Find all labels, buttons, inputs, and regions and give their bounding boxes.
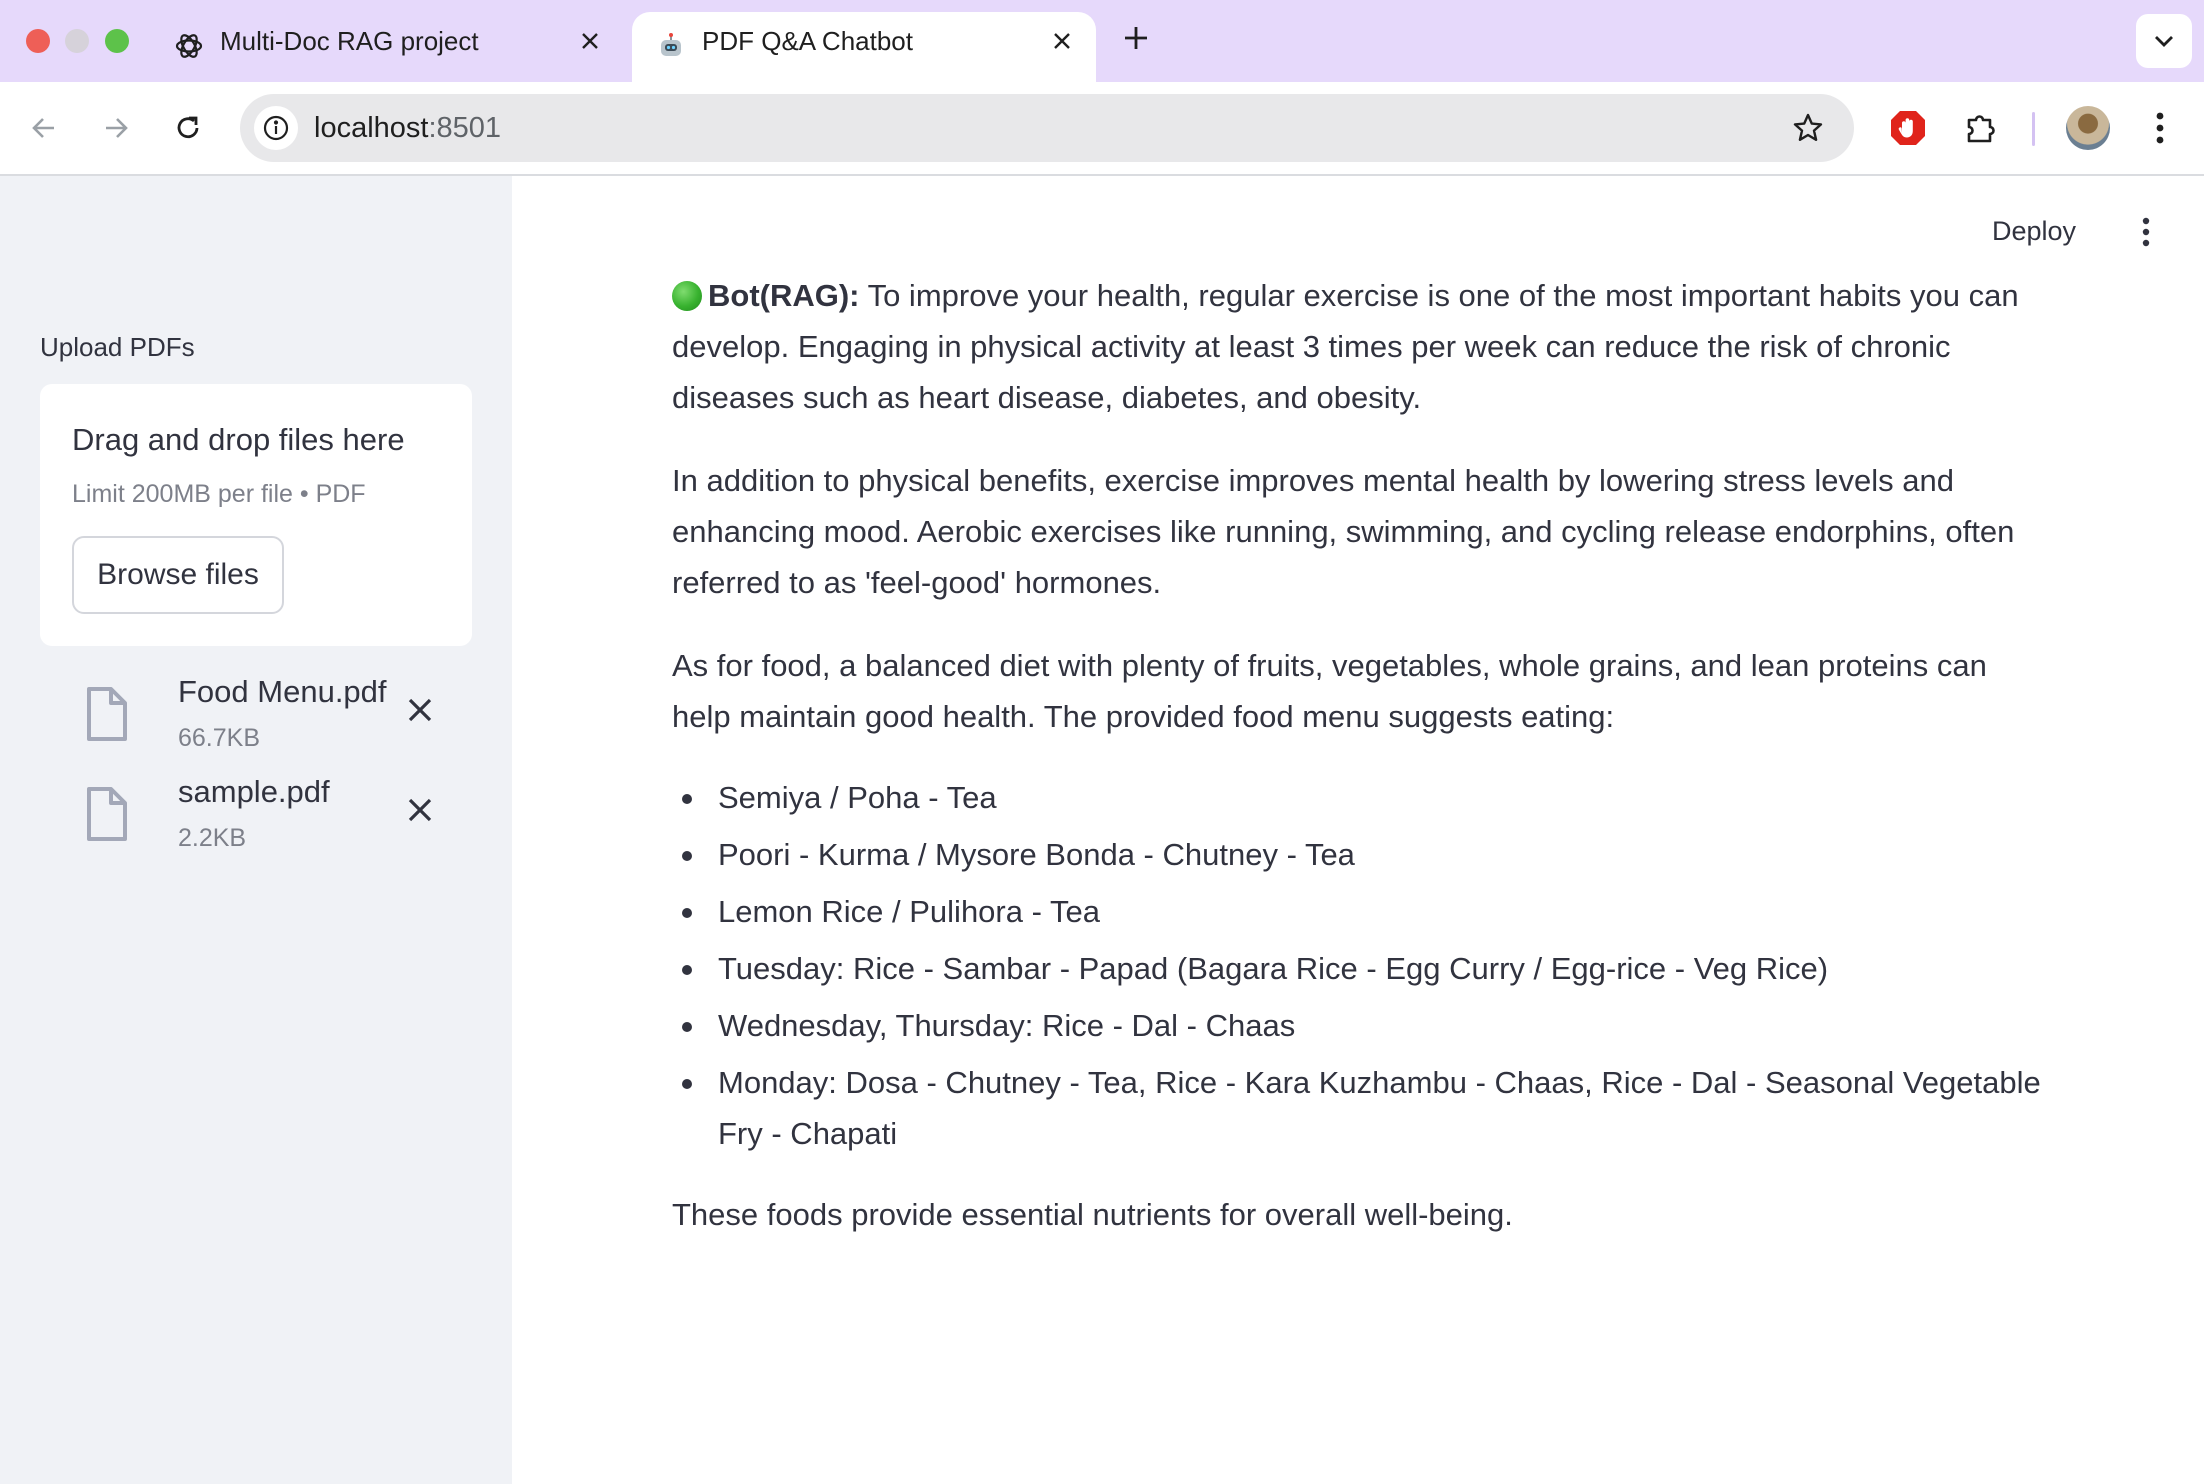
bookmark-star-icon[interactable] [1788, 108, 1828, 148]
chat-message: Bot(RAG): To improve your health, regula… [672, 270, 2052, 1272]
new-tab-button[interactable] [1118, 20, 1154, 56]
upload-label: Upload PDFs [40, 332, 195, 362]
message-paragraph: Bot(RAG): To improve your health, regula… [672, 270, 2052, 423]
adblock-extension-icon[interactable] [1884, 104, 1932, 152]
close-icon[interactable] [1048, 27, 1076, 55]
file-name: Food Menu.pdf [178, 674, 387, 709]
uploaded-file-item: Food Menu.pdf 66.7KB [80, 674, 460, 764]
robot-icon [654, 29, 688, 63]
close-icon[interactable] [576, 27, 604, 55]
minimize-window-button[interactable] [65, 29, 89, 53]
tab-title: PDF Q&A Chatbot [702, 26, 913, 56]
url-port: :8501 [428, 112, 502, 144]
tab-multi-doc-rag[interactable]: Multi-Doc RAG project [150, 12, 624, 82]
list-item: Wednesday, Thursday: Rice - Dal - Chaas [672, 1000, 2052, 1051]
deploy-button[interactable]: Deploy [1992, 216, 2076, 247]
app-menu-icon[interactable] [2126, 212, 2166, 252]
file-icon [80, 684, 134, 744]
browser-toolbar: localhost:8501 [0, 82, 2204, 176]
forward-button[interactable] [94, 106, 138, 150]
maximize-window-button[interactable] [105, 29, 129, 53]
toolbar-divider [2032, 112, 2035, 146]
list-item: Tuesday: Rice - Sambar - Papad (Bagara R… [672, 943, 2052, 994]
close-window-button[interactable] [26, 29, 50, 53]
address-bar[interactable]: localhost:8501 [240, 94, 1854, 162]
tab-title: Multi-Doc RAG project [220, 26, 479, 56]
sidebar: Upload PDFs Drag and drop files here Lim… [0, 176, 512, 1484]
file-size: 2.2KB [178, 824, 247, 852]
remove-file-icon[interactable] [400, 790, 440, 830]
message-paragraph: These foods provide essential nutrients … [672, 1197, 1513, 1232]
file-name: sample.pdf [178, 774, 330, 809]
main-content: Deploy Bot(RAG): To improve your health,… [512, 176, 2204, 1484]
green-circle-icon [672, 281, 702, 311]
browser-menu-icon[interactable] [2136, 104, 2184, 152]
file-dropzone[interactable]: Drag and drop files here Limit 200MB per… [40, 384, 472, 646]
message-paragraph: As for food, a balanced diet with plenty… [672, 648, 1987, 734]
remove-file-icon[interactable] [400, 690, 440, 730]
site-info-icon[interactable] [254, 106, 298, 150]
profile-avatar[interactable] [2066, 106, 2110, 150]
url-host: localhost [314, 112, 429, 144]
openai-logo-icon [172, 29, 206, 63]
browse-files-button[interactable]: Browse files [72, 536, 284, 614]
message-paragraph: In addition to physical benefits, exerci… [672, 463, 2015, 600]
extensions-puzzle-icon[interactable] [1958, 104, 2006, 152]
list-item: Lemon Rice / Pulihora - Tea [672, 886, 2052, 937]
uploaded-file-item: sample.pdf 2.2KB [80, 774, 460, 864]
bot-label: Bot(RAG): [708, 278, 860, 313]
dropzone-limit: Limit 200MB per file • PDF [72, 480, 366, 508]
url-text[interactable]: localhost:8501 [314, 94, 501, 162]
message-text: To improve your health, regular exercise… [672, 278, 2019, 415]
file-size: 66.7KB [178, 724, 261, 752]
list-item: Semiya / Poha - Tea [672, 772, 2052, 823]
back-button[interactable] [22, 106, 66, 150]
dropzone-title: Drag and drop files here [72, 422, 405, 457]
tab-search-button[interactable] [2136, 14, 2192, 68]
list-item: Monday: Dosa - Chutney - Tea, Rice - Kar… [672, 1057, 2052, 1159]
file-icon [80, 784, 134, 844]
tab-pdf-qa-chatbot[interactable]: PDF Q&A Chatbot [632, 12, 1096, 82]
list-item: Poori - Kurma / Mysore Bonda - Chutney -… [672, 829, 2052, 880]
menu-list: Semiya / Poha - Tea Poori - Kurma / Myso… [672, 772, 2052, 1159]
reload-button[interactable] [166, 106, 210, 150]
browser-tab-bar: Multi-Doc RAG project PDF Q&A Chatbot [0, 0, 2204, 82]
